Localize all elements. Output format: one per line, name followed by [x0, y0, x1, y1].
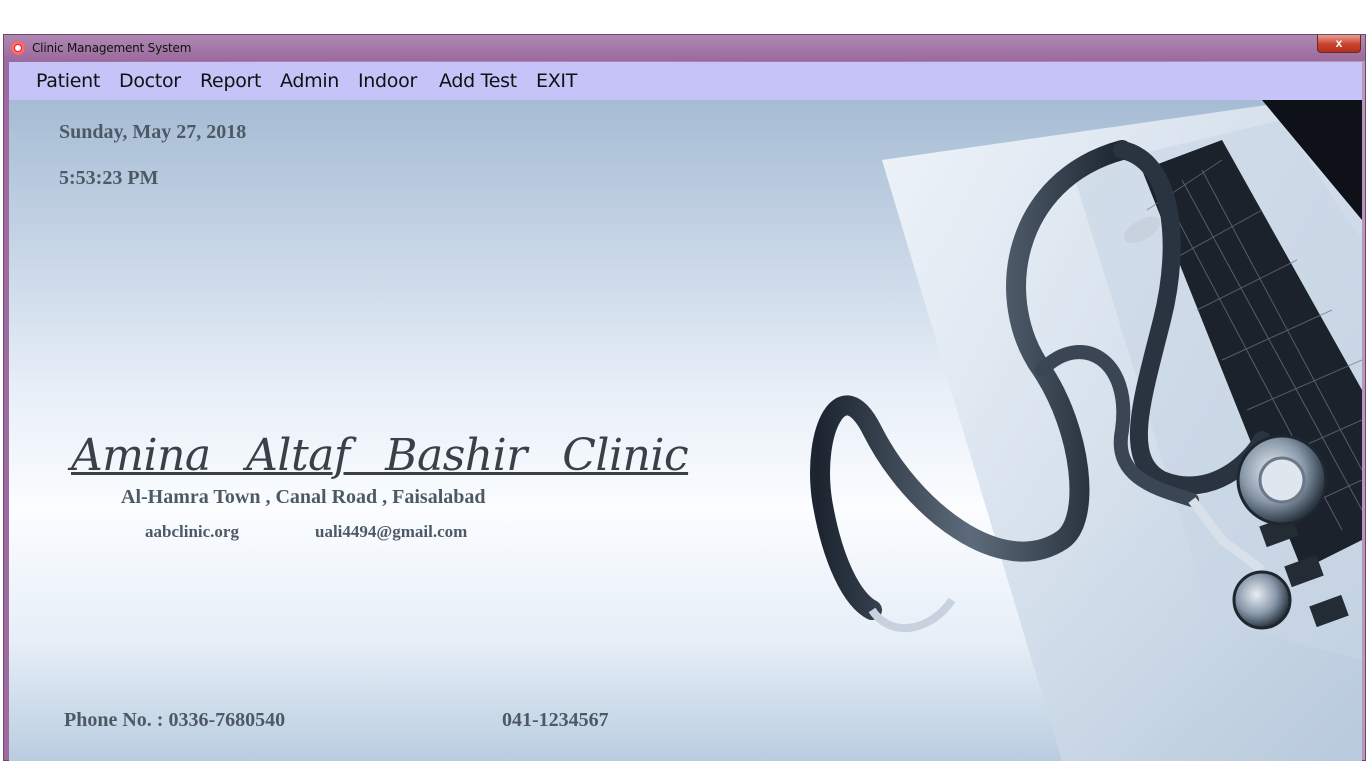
clinic-website: aabclinic.org — [145, 522, 239, 541]
clinic-address: Al-Hamra Town , Canal Road , Faisalabad — [121, 486, 486, 508]
menu-indoor[interactable]: Indoor — [358, 70, 417, 92]
menu-report[interactable]: Report — [200, 70, 261, 92]
menu-doctor[interactable]: Doctor — [119, 70, 181, 92]
current-date: Sunday, May 27, 2018 — [59, 121, 247, 143]
close-button[interactable]: x — [1317, 35, 1361, 53]
menu-admin[interactable]: Admin — [280, 70, 339, 92]
menu-add-test[interactable]: Add Test — [439, 70, 517, 92]
stethoscope-laptop-image — [810, 100, 1362, 761]
phone-primary: Phone No. : 0336-7680540 — [64, 709, 286, 731]
menu-patient[interactable]: Patient — [36, 70, 100, 92]
phone-secondary: 041-1234567 — [502, 709, 609, 731]
main-content: Sunday, May 27, 2018 5:53:23 PM Amina Al… — [9, 100, 1362, 761]
title-bar[interactable]: Clinic Management System x — [4, 35, 1365, 61]
menu-bar: Patient Doctor Report Admin Indoor Add T… — [9, 62, 1362, 100]
menu-exit[interactable]: EXIT — [536, 70, 577, 92]
clinic-name: Amina Altaf Bashir Clinic — [71, 430, 689, 481]
app-window: Clinic Management System x Patient Docto… — [3, 34, 1366, 761]
window-title: Clinic Management System — [32, 41, 192, 55]
clinic-email: uali4494@gmail.com — [315, 522, 468, 541]
app-icon — [11, 41, 25, 55]
current-time: 5:53:23 PM — [59, 167, 159, 189]
